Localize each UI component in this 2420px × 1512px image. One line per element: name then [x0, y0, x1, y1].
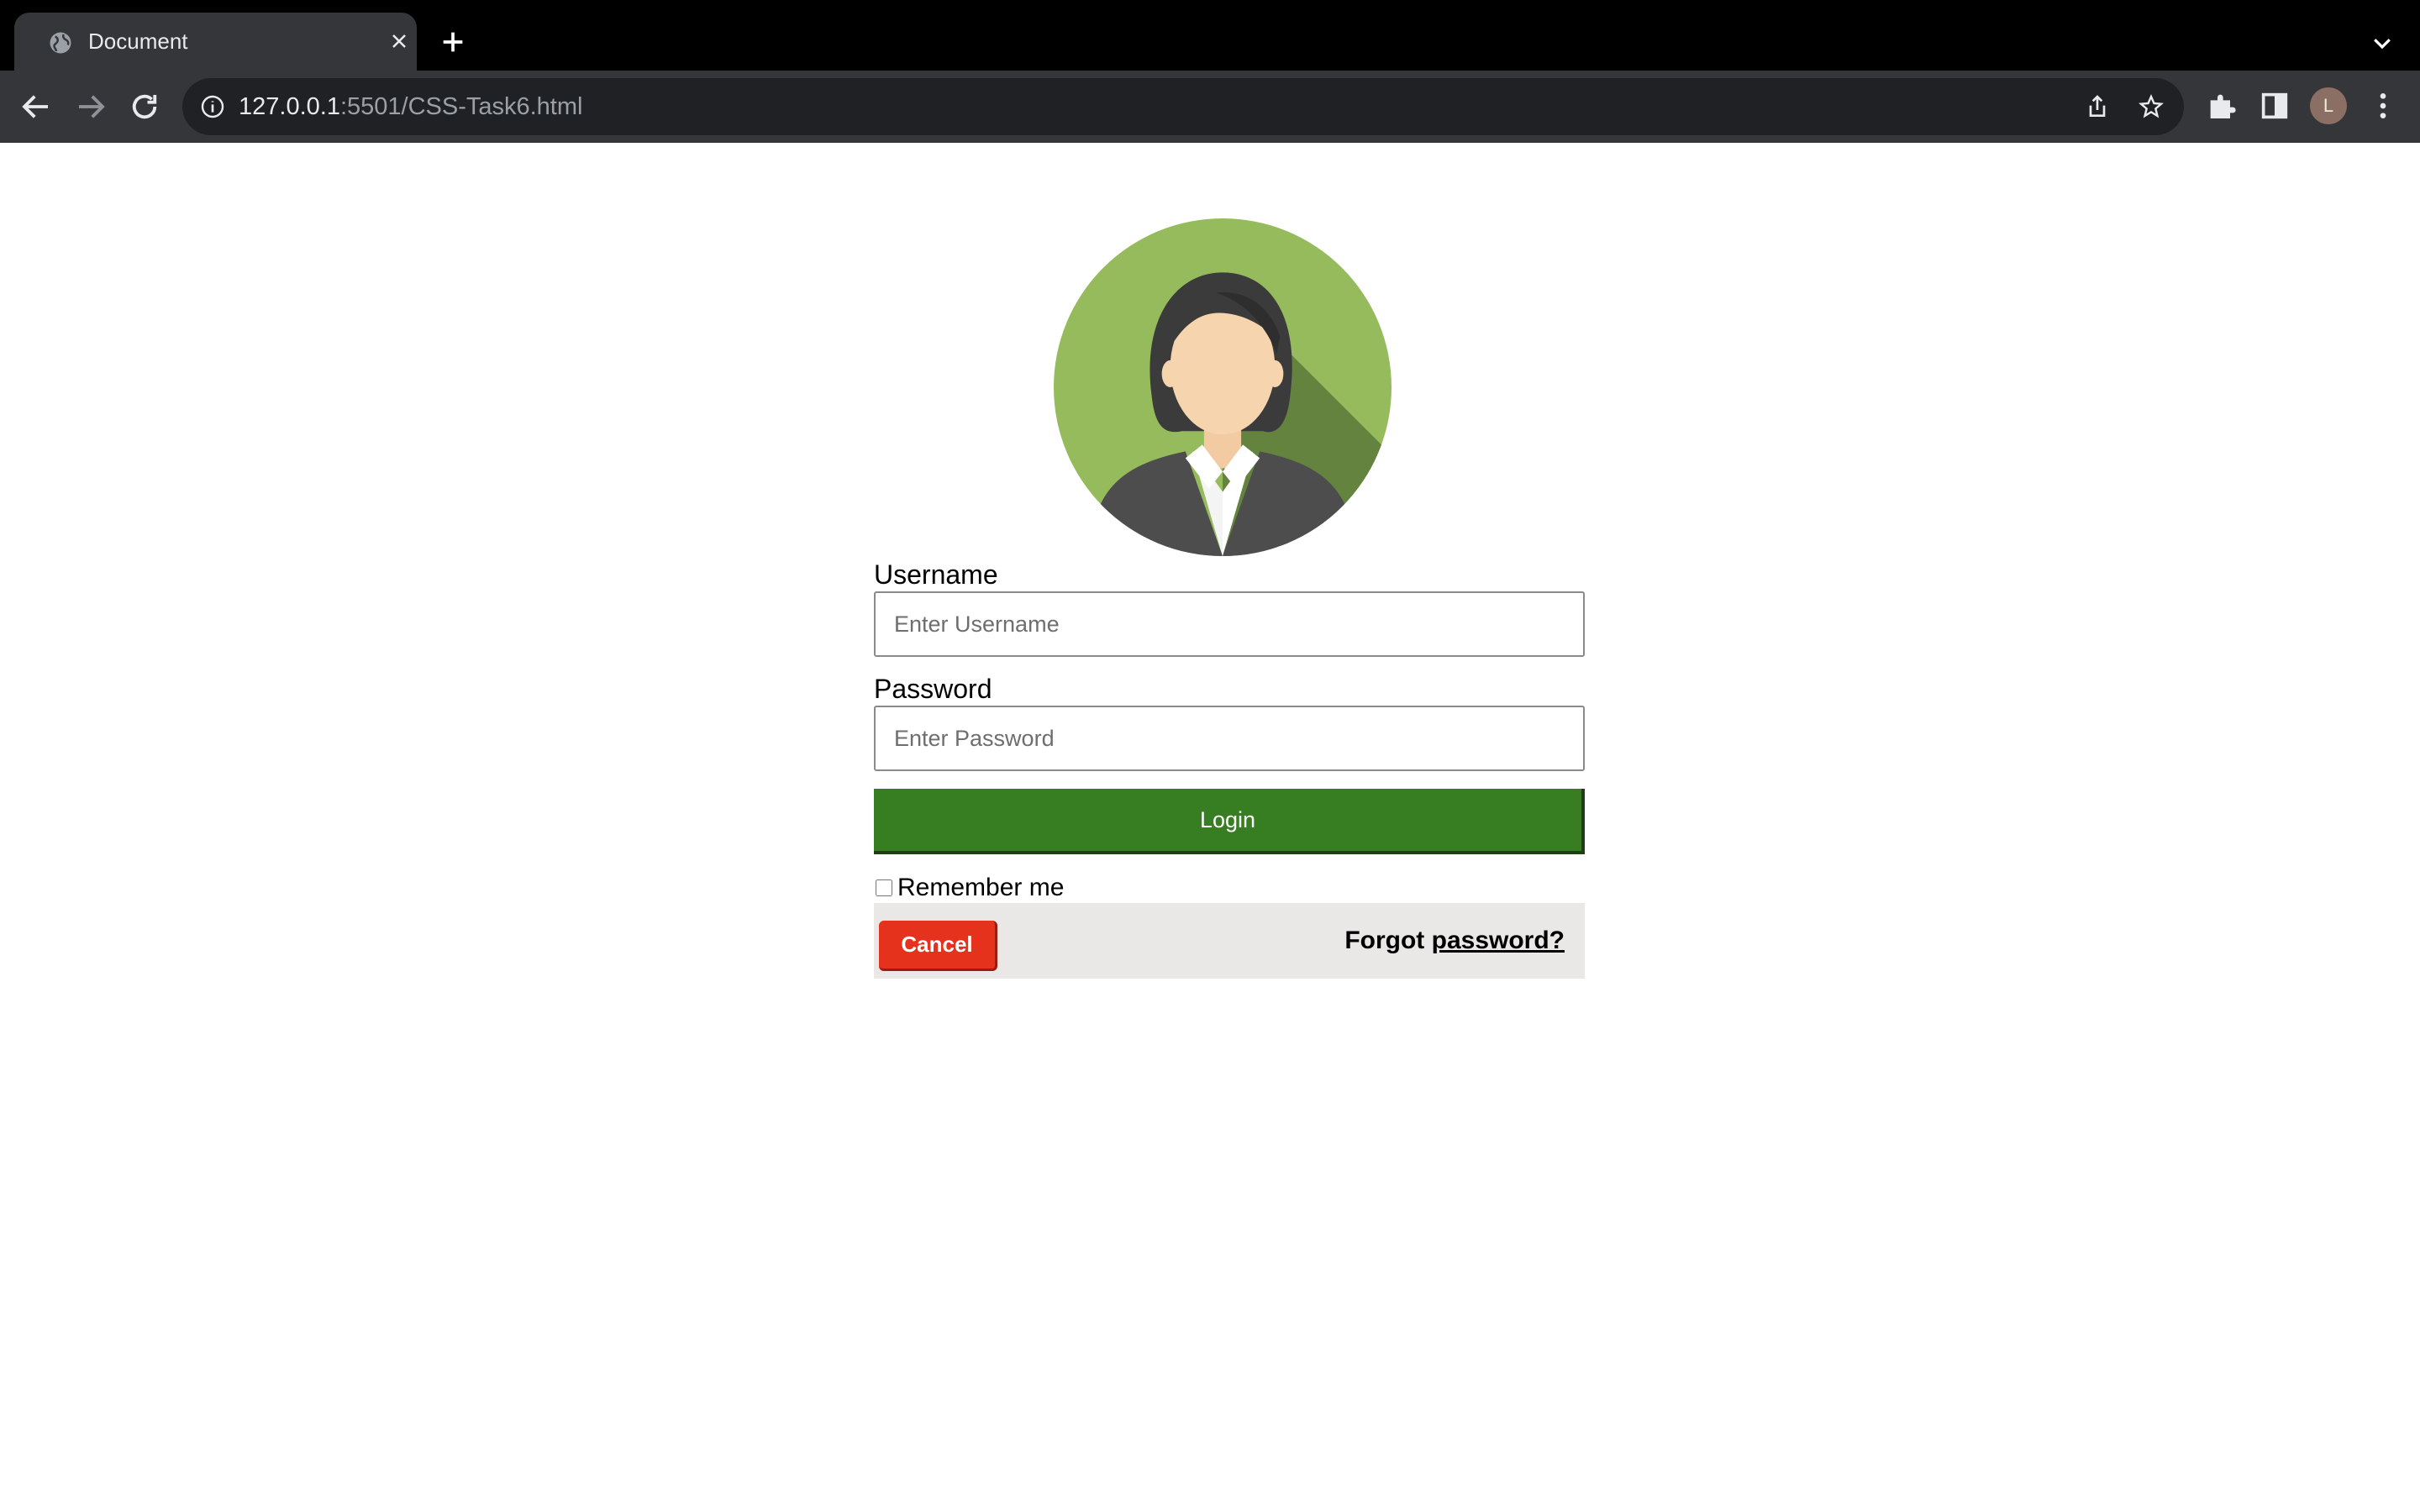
- browser-toolbar: 127.0.0.1:5501/CSS-Task6.html L: [0, 71, 2420, 143]
- browser-tab[interactable]: Document: [14, 13, 417, 71]
- username-label: Username: [874, 559, 998, 590]
- remember-me-checkbox[interactable]: [876, 879, 892, 896]
- star-icon[interactable]: [2138, 93, 2165, 120]
- share-icon[interactable]: [2084, 93, 2111, 120]
- password-input[interactable]: [874, 706, 1585, 771]
- remember-me-label: Remember me: [897, 874, 1065, 901]
- url-host: 127.0.0.1: [239, 93, 340, 120]
- username-input[interactable]: [874, 591, 1585, 657]
- plus-icon[interactable]: [439, 28, 467, 56]
- avatar[interactable]: L: [2310, 87, 2347, 124]
- forgot-prefix: Forgot: [1344, 927, 1432, 954]
- female-avatar-icon: [1054, 218, 1392, 556]
- form-footer: Cancel Forgot password?: [874, 903, 1585, 979]
- cancel-button[interactable]: Cancel: [879, 921, 997, 971]
- puzzle-icon[interactable]: [2205, 89, 2238, 123]
- reload-icon[interactable]: [127, 89, 162, 124]
- tab-title: Document: [88, 29, 188, 54]
- url-path: :5501/CSS-Task6.html: [339, 93, 583, 120]
- sidepanel-icon[interactable]: [2258, 89, 2291, 123]
- back-arrow-icon[interactable]: [18, 89, 54, 124]
- remember-me-row: Remember me: [874, 873, 1064, 903]
- password-label: Password: [874, 674, 992, 704]
- page-content: Username Password Login Remember me Canc…: [0, 143, 2420, 1512]
- url-text: 127.0.0.1:5501/CSS-Task6.html: [239, 78, 582, 135]
- chevron-down-icon[interactable]: [2370, 30, 2395, 55]
- kebab-menu-icon[interactable]: [2366, 89, 2400, 123]
- tab-strip: Document: [0, 0, 2420, 71]
- address-bar[interactable]: 127.0.0.1:5501/CSS-Task6.html: [182, 78, 2184, 135]
- login-button[interactable]: Login: [874, 789, 1585, 854]
- forward-arrow-icon[interactable]: [73, 89, 108, 124]
- forgot-password: Forgot password?: [1344, 903, 1565, 979]
- globe-icon: [50, 32, 71, 54]
- close-icon[interactable]: [387, 29, 411, 53]
- info-icon[interactable]: [199, 93, 226, 120]
- forgot-password-link[interactable]: password?: [1432, 927, 1565, 954]
